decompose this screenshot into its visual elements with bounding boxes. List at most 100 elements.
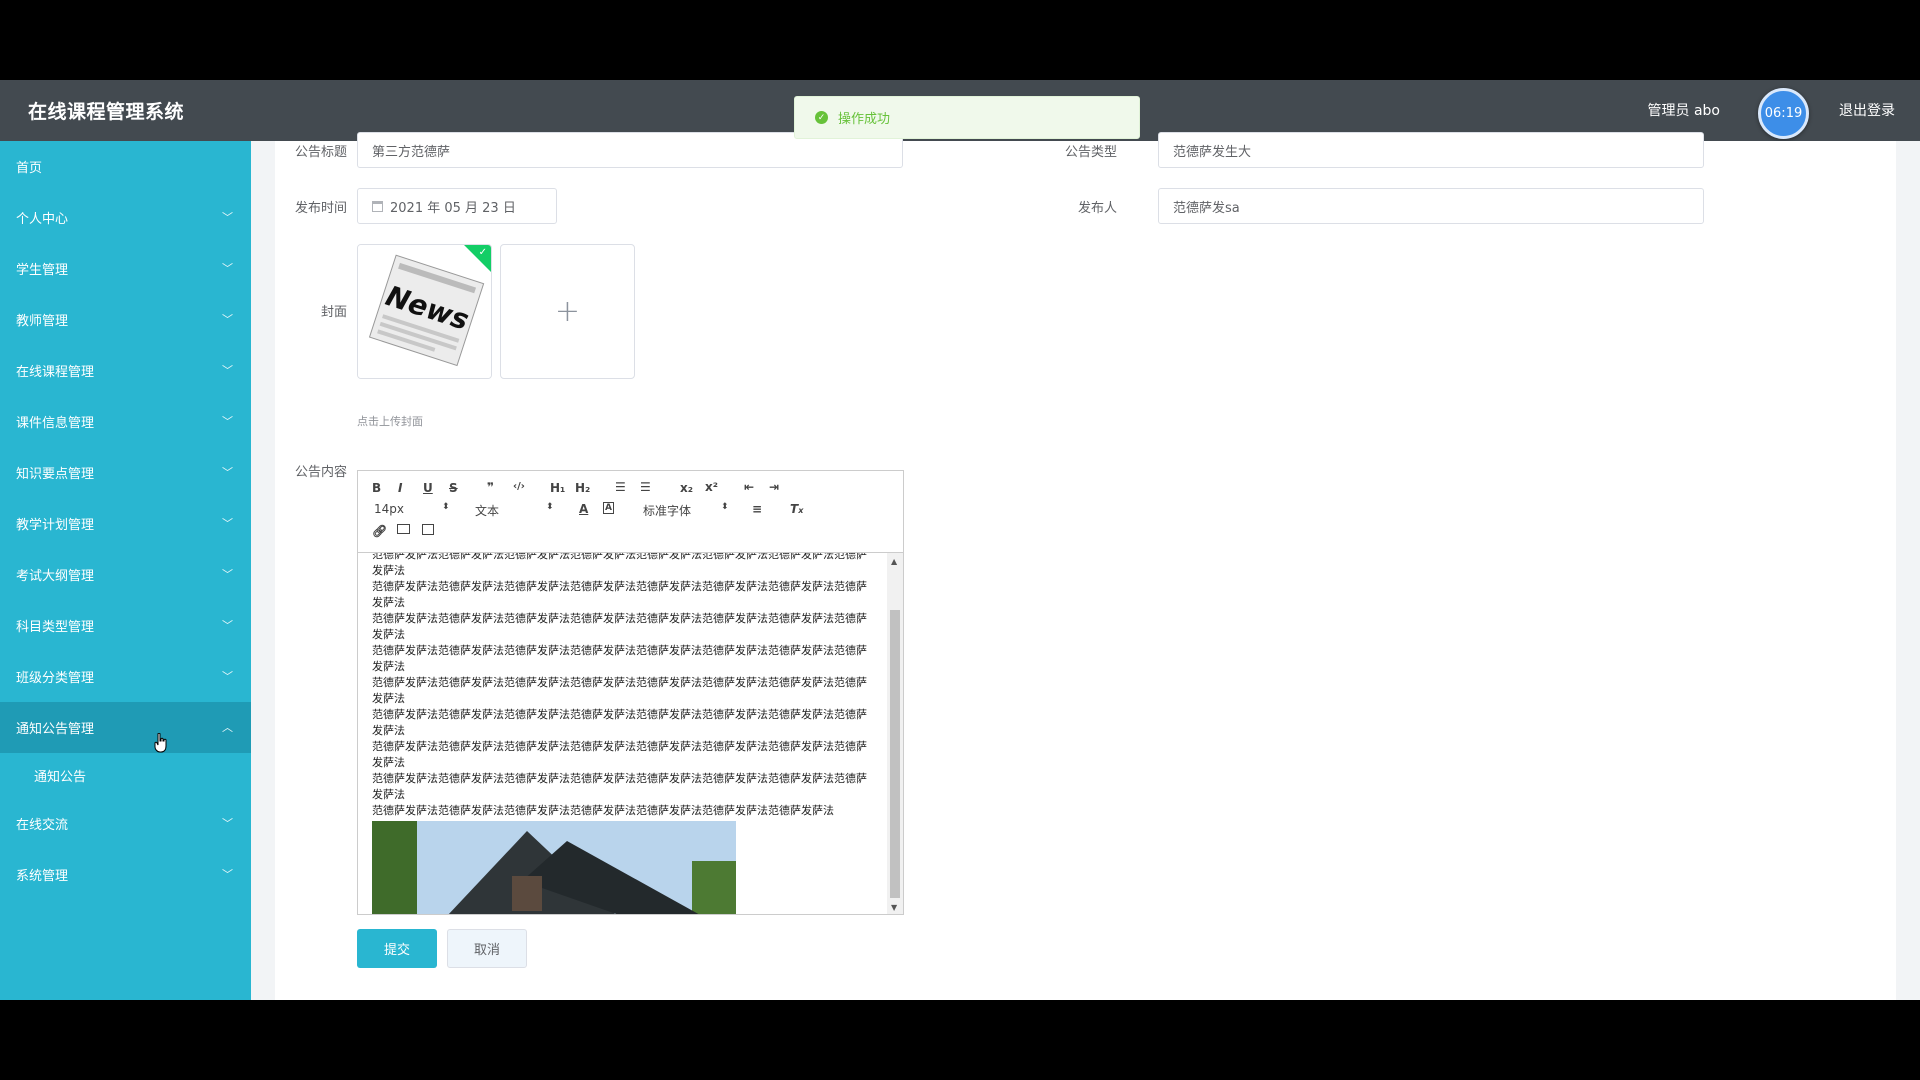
header1-button[interactable]: H₁	[550, 481, 565, 495]
sidebar-item-notice-management[interactable]: 通知公告管理 ︿	[0, 702, 251, 753]
sidebar-item-teachers[interactable]: 教师管理 ﹀	[0, 294, 251, 345]
block-format-select[interactable]: 文本	[475, 502, 499, 519]
video-icon[interactable]	[422, 524, 434, 535]
background-color-icon[interactable]: A	[603, 502, 614, 514]
code-block-button[interactable]: ‹/›	[513, 481, 525, 492]
editor-content[interactable]: 范德萨发萨法范德萨发萨法范德萨发萨法范德萨发萨法范德萨发萨法范德萨发萨法范德萨发…	[358, 553, 888, 914]
text-line: 范德萨发萨法范德萨发萨法范德萨发萨法范德萨发萨法范德萨发萨法范德萨发萨法范德萨发…	[372, 740, 867, 769]
chevron-down-icon: ﹀	[222, 817, 233, 830]
toast-message: 操作成功	[838, 112, 891, 127]
sidebar-item-label: 在线课程管理	[16, 365, 95, 380]
sidebar-item-courseware[interactable]: 课件信息管理 ﹀	[0, 396, 251, 447]
check-circle-icon: ✓	[815, 111, 828, 124]
app-title: 在线课程管理系统	[28, 101, 185, 123]
sidebar-item-students[interactable]: 学生管理 ﹀	[0, 243, 251, 294]
cancel-button[interactable]: 取消	[447, 929, 527, 968]
chevron-down-icon: ﹀	[222, 517, 233, 530]
hand-cursor-icon	[154, 733, 167, 753]
sidebar-item-label: 教学计划管理	[16, 518, 95, 533]
superscript-button[interactable]: x²	[705, 480, 718, 494]
publisher-input[interactable]: 范德萨发sa	[1158, 188, 1704, 224]
text-line: 范德萨发萨法范德萨发萨法范德萨发萨法范德萨发萨法范德萨发萨法范德萨发萨法范德萨发…	[372, 772, 867, 801]
cover-thumbnail[interactable]: News ✓	[357, 244, 492, 379]
submit-button[interactable]: 提交	[357, 929, 437, 968]
cover-upload-button[interactable]: +	[500, 244, 635, 379]
link-icon[interactable]: 🔗︎	[372, 524, 387, 538]
font-color-icon[interactable]: A	[579, 502, 588, 516]
sidebar-item-label: 首页	[16, 161, 43, 176]
chevron-down-icon: ﹀	[222, 466, 233, 479]
clear-format-icon[interactable]: Tx	[790, 502, 803, 516]
chevron-down-icon: ﹀	[222, 211, 233, 224]
scroll-up-icon[interactable]: ▲	[891, 557, 897, 566]
publisher-value: 范德萨发sa	[1173, 200, 1240, 216]
sidebar-subitem-notices[interactable]: 通知公告	[0, 753, 251, 798]
calendar-icon	[372, 200, 383, 212]
scroll-down-icon[interactable]: ▼	[891, 903, 897, 912]
strike-button[interactable]: S	[449, 481, 458, 495]
rich-text-editor: B I U S ❞ ‹/› H₁ H₂ ☰ ☰ x₂ x² ⇤ ⇥ 14px ⬍…	[357, 470, 904, 915]
sidebar-item-label: 科目类型管理	[16, 620, 95, 635]
ordered-list-icon[interactable]: ☰	[615, 480, 626, 494]
font-size-select[interactable]: 14px	[374, 502, 404, 516]
type-input[interactable]: 范德萨发生大	[1158, 132, 1704, 168]
chevron-down-icon: ﹀	[222, 415, 233, 428]
sidebar-item-label: 课件信息管理	[16, 416, 95, 431]
house-photo	[372, 821, 736, 914]
sidebar-item-system[interactable]: 系统管理 ﹀	[0, 849, 251, 900]
text-line: 范德萨发萨法范德萨发萨法范德萨发萨法范德萨发萨法范德萨发萨法范德萨发萨法范德萨发…	[372, 708, 867, 737]
timer-text: 06:19	[1764, 106, 1803, 121]
check-icon: ✓	[478, 247, 487, 258]
sidebar-item-label: 在线交流	[16, 818, 69, 833]
logout-link[interactable]: 退出登录	[1839, 100, 1895, 120]
text-line: 范德萨发萨法范德萨发萨法范德萨发萨法范德萨发萨法范德萨发萨法范德萨发萨法范德萨发…	[372, 676, 867, 705]
subscript-button[interactable]: x₂	[680, 481, 693, 495]
sidebar-item-knowledge-points[interactable]: 知识要点管理 ﹀	[0, 447, 251, 498]
sidebar-item-online-chat[interactable]: 在线交流 ﹀	[0, 798, 251, 849]
sidebar-item-home[interactable]: 首页	[0, 141, 251, 192]
text-line: 范德萨发萨法范德萨发萨法范德萨发萨法范德萨发萨法范德萨发萨法范德萨发萨法范德萨发…	[372, 644, 867, 673]
sidebar-item-label: 班级分类管理	[16, 671, 95, 686]
italic-button[interactable]: I	[398, 481, 402, 495]
success-toast: ✓ 操作成功	[794, 96, 1140, 139]
chevron-down-icon: ﹀	[222, 619, 233, 632]
app-screen: 在线课程管理系统 管理员 abo 退 退出登录 06:19 ✓ 操作成功 首页 …	[0, 80, 1920, 1000]
sidebar-item-personal-center[interactable]: 个人中心 ﹀	[0, 192, 251, 243]
news-cover-image: News	[358, 245, 491, 378]
recording-timer-badge[interactable]: 06:19	[1758, 88, 1809, 139]
sidebar-item-online-courses[interactable]: 在线课程管理 ﹀	[0, 345, 251, 396]
scrollbar-thumb[interactable]	[890, 610, 900, 898]
bold-button[interactable]: B	[372, 481, 381, 495]
sidebar-item-label: 个人中心	[16, 212, 69, 227]
blockquote-button[interactable]: ❞	[487, 480, 494, 494]
font-family-select[interactable]: 标准字体	[643, 502, 691, 519]
editor-scrollbar[interactable]: ▲ ▼	[887, 553, 903, 914]
chevron-down-icon: ﹀	[222, 364, 233, 377]
sidebar-item-subject-types[interactable]: 科目类型管理 ﹀	[0, 600, 251, 651]
chevron-down-icon: ﹀	[222, 313, 233, 326]
sidebar-item-label: 知识要点管理	[16, 467, 95, 482]
image-icon[interactable]	[397, 524, 410, 534]
sidebar-item-label: 考试大纲管理	[16, 569, 95, 584]
indent-icon[interactable]: ⇥	[769, 480, 779, 494]
sidebar: 首页 个人中心 ﹀ 学生管理 ﹀ 教师管理 ﹀ 在线课程管理 ﹀ 课件信息管理 ﹀ 知识要…	[0, 141, 251, 1000]
content-label: 公告内容	[294, 465, 347, 480]
plus-icon: +	[554, 294, 581, 329]
underline-button[interactable]: U	[423, 481, 433, 495]
publish-date-picker[interactable]: 2021 年 05 月 23 日	[357, 188, 557, 224]
align-icon[interactable]: ≡	[752, 502, 762, 516]
sidebar-subitem-label: 通知公告	[34, 770, 87, 785]
text-line: 范德萨发萨法范德萨发萨法范德萨发萨法范德萨发萨法范德萨发萨法范德萨发萨法范德萨发…	[372, 553, 867, 577]
publish-date-value: 2021 年 05 月 23 日	[390, 200, 516, 216]
title-value: 第三方范德萨	[372, 144, 451, 160]
sidebar-item-teaching-plan[interactable]: 教学计划管理 ﹀	[0, 498, 251, 549]
bullet-list-icon[interactable]: ☰	[640, 480, 651, 494]
editor-text: 范德萨发萨法范德萨发萨法范德萨发萨法范德萨发萨法范德萨发萨法范德萨发萨法范德萨发…	[372, 553, 874, 819]
header2-button[interactable]: H₂	[575, 481, 590, 495]
text-line: 范德萨发萨法范德萨发萨法范德萨发萨法范德萨发萨法范德萨发萨法范德萨发萨法范德萨发…	[372, 804, 834, 817]
select-arrows-icon: ⬍	[442, 502, 450, 512]
publish-time-label: 发布时间	[294, 201, 347, 216]
sidebar-item-class-categories[interactable]: 班级分类管理 ﹀	[0, 651, 251, 702]
sidebar-item-exam-outline[interactable]: 考试大纲管理 ﹀	[0, 549, 251, 600]
outdent-icon[interactable]: ⇤	[744, 480, 754, 494]
